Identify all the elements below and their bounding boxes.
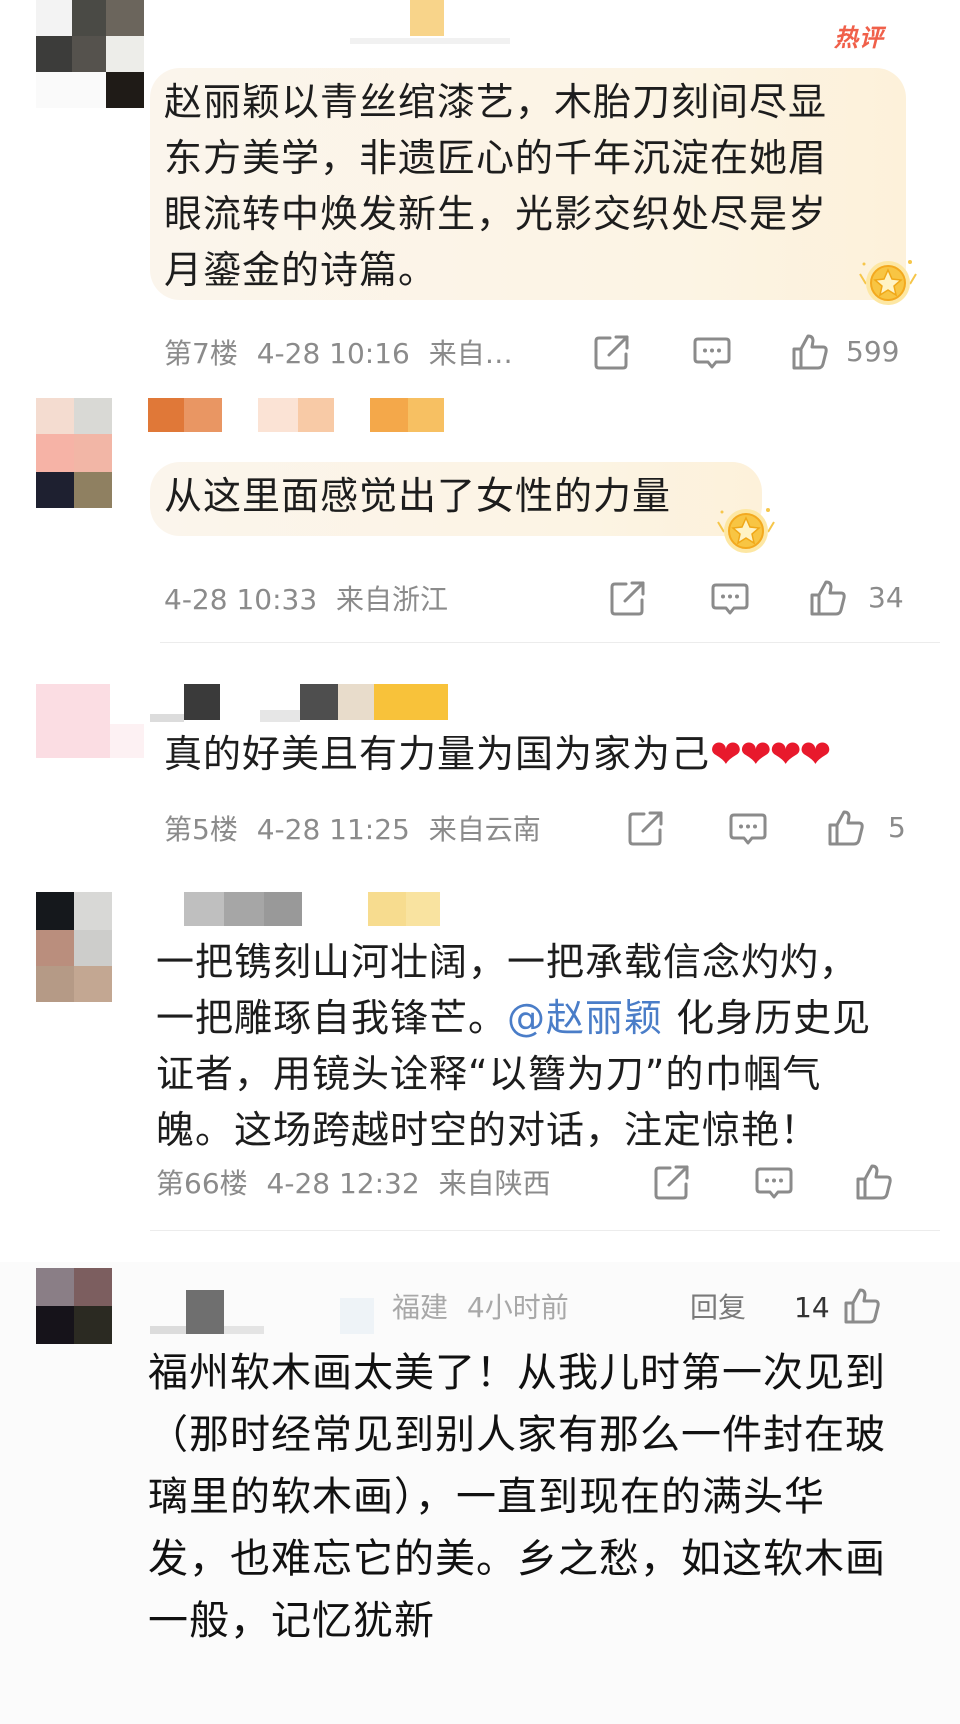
comment-meta: 福建 4小时前 bbox=[392, 1290, 569, 1326]
like-count: 14 bbox=[794, 1291, 830, 1324]
share-icon[interactable] bbox=[592, 332, 632, 372]
username-redacted[interactable] bbox=[350, 0, 530, 44]
share-icon[interactable] bbox=[652, 1162, 692, 1202]
fan-medal-icon bbox=[858, 254, 918, 308]
share-icon[interactable] bbox=[626, 808, 666, 848]
thumbs-up-icon[interactable] bbox=[854, 1162, 894, 1202]
comment-text: 赵丽颖以青丝绾漆艺，木胎刀刻间尽显东方美学，非遗匠心的千年沉淀在她眉眼流转中焕发… bbox=[164, 80, 828, 292]
comment-actions: 599 bbox=[0, 332, 960, 372]
hot-comment-badge: 热评 bbox=[834, 24, 884, 52]
comment-actions: 34 bbox=[0, 578, 960, 618]
thumbs-up-icon[interactable] bbox=[842, 1286, 882, 1326]
comment-icon[interactable] bbox=[692, 332, 732, 372]
comment-text: 福州软木画太美了！从我儿时第一次见到（那时经常见到别人家有那么一件封在玻璃里的软… bbox=[148, 1350, 886, 1644]
comment-item: 一把镌刻山河壮阔，一把承载信念灼灼，一把雕琢自我锋芒。@赵丽颖 化身历史见证者，… bbox=[0, 884, 960, 1254]
comment-text: 从这里面感觉出了女性的力量 bbox=[164, 474, 672, 518]
heart-emoji: ❤❤❤❤ bbox=[710, 732, 831, 776]
thumbs-up-icon[interactable] bbox=[826, 808, 866, 848]
fan-medal-icon bbox=[716, 502, 776, 556]
divider bbox=[160, 642, 940, 643]
username-redacted[interactable] bbox=[150, 684, 460, 724]
comment-actions bbox=[0, 1162, 960, 1202]
like-count: 599 bbox=[846, 335, 900, 368]
comment-text: 真的好美且有力量为国为家为己❤❤❤❤ bbox=[164, 726, 924, 782]
like-count: 5 bbox=[888, 811, 906, 844]
comment-icon[interactable] bbox=[710, 578, 750, 618]
user-mention-link[interactable]: @赵丽颖 bbox=[507, 996, 663, 1040]
comment-actions: 5 bbox=[0, 808, 960, 848]
avatar[interactable] bbox=[36, 1268, 116, 1348]
comment-item: 真的好美且有力量为国为家为己❤❤❤❤ 第5楼 4-28 11:25 来自云南 5 bbox=[0, 680, 960, 870]
thumbs-up-icon[interactable] bbox=[808, 578, 848, 618]
comment-text: 一把镌刻山河壮阔，一把承载信念灼灼，一把雕琢自我锋芒。@赵丽颖 化身历史见证者，… bbox=[156, 934, 876, 1158]
reply-button[interactable]: 回复 bbox=[690, 1290, 746, 1326]
username-redacted[interactable] bbox=[150, 1290, 390, 1340]
location: 福建 bbox=[392, 1291, 449, 1324]
like-count: 34 bbox=[868, 581, 904, 614]
comment-feed: { "badge": { "hot_label": "热评" }, "comme… bbox=[0, 0, 960, 1724]
comment-icon[interactable] bbox=[754, 1162, 794, 1202]
avatar[interactable] bbox=[36, 684, 146, 764]
username-redacted[interactable] bbox=[150, 892, 450, 932]
divider bbox=[150, 1230, 940, 1231]
comment-icon[interactable] bbox=[728, 808, 768, 848]
avatar[interactable] bbox=[36, 892, 116, 1004]
username-redacted[interactable] bbox=[148, 398, 448, 438]
thumbs-up-icon[interactable] bbox=[790, 332, 830, 372]
relative-time: 4小时前 bbox=[466, 1291, 569, 1324]
avatar[interactable] bbox=[36, 398, 116, 510]
share-icon[interactable] bbox=[608, 578, 648, 618]
comment-item: 热评 赵丽颖以青丝绾漆艺，木胎刀刻间尽显东方美学，非遗匠心的千年沉淀在她眉眼流转… bbox=[0, 0, 960, 370]
comment-item: 福建 4小时前 回复 14 福州软木画太美了！从我儿时第一次见到（那时经常见到别… bbox=[0, 1262, 960, 1724]
comment-body: 真的好美且有力量为国为家为己 bbox=[164, 732, 711, 776]
avatar[interactable] bbox=[36, 0, 146, 110]
comment-item: 从这里面感觉出了女性的力量 4-28 10:33 来自浙江 34 bbox=[0, 390, 960, 650]
